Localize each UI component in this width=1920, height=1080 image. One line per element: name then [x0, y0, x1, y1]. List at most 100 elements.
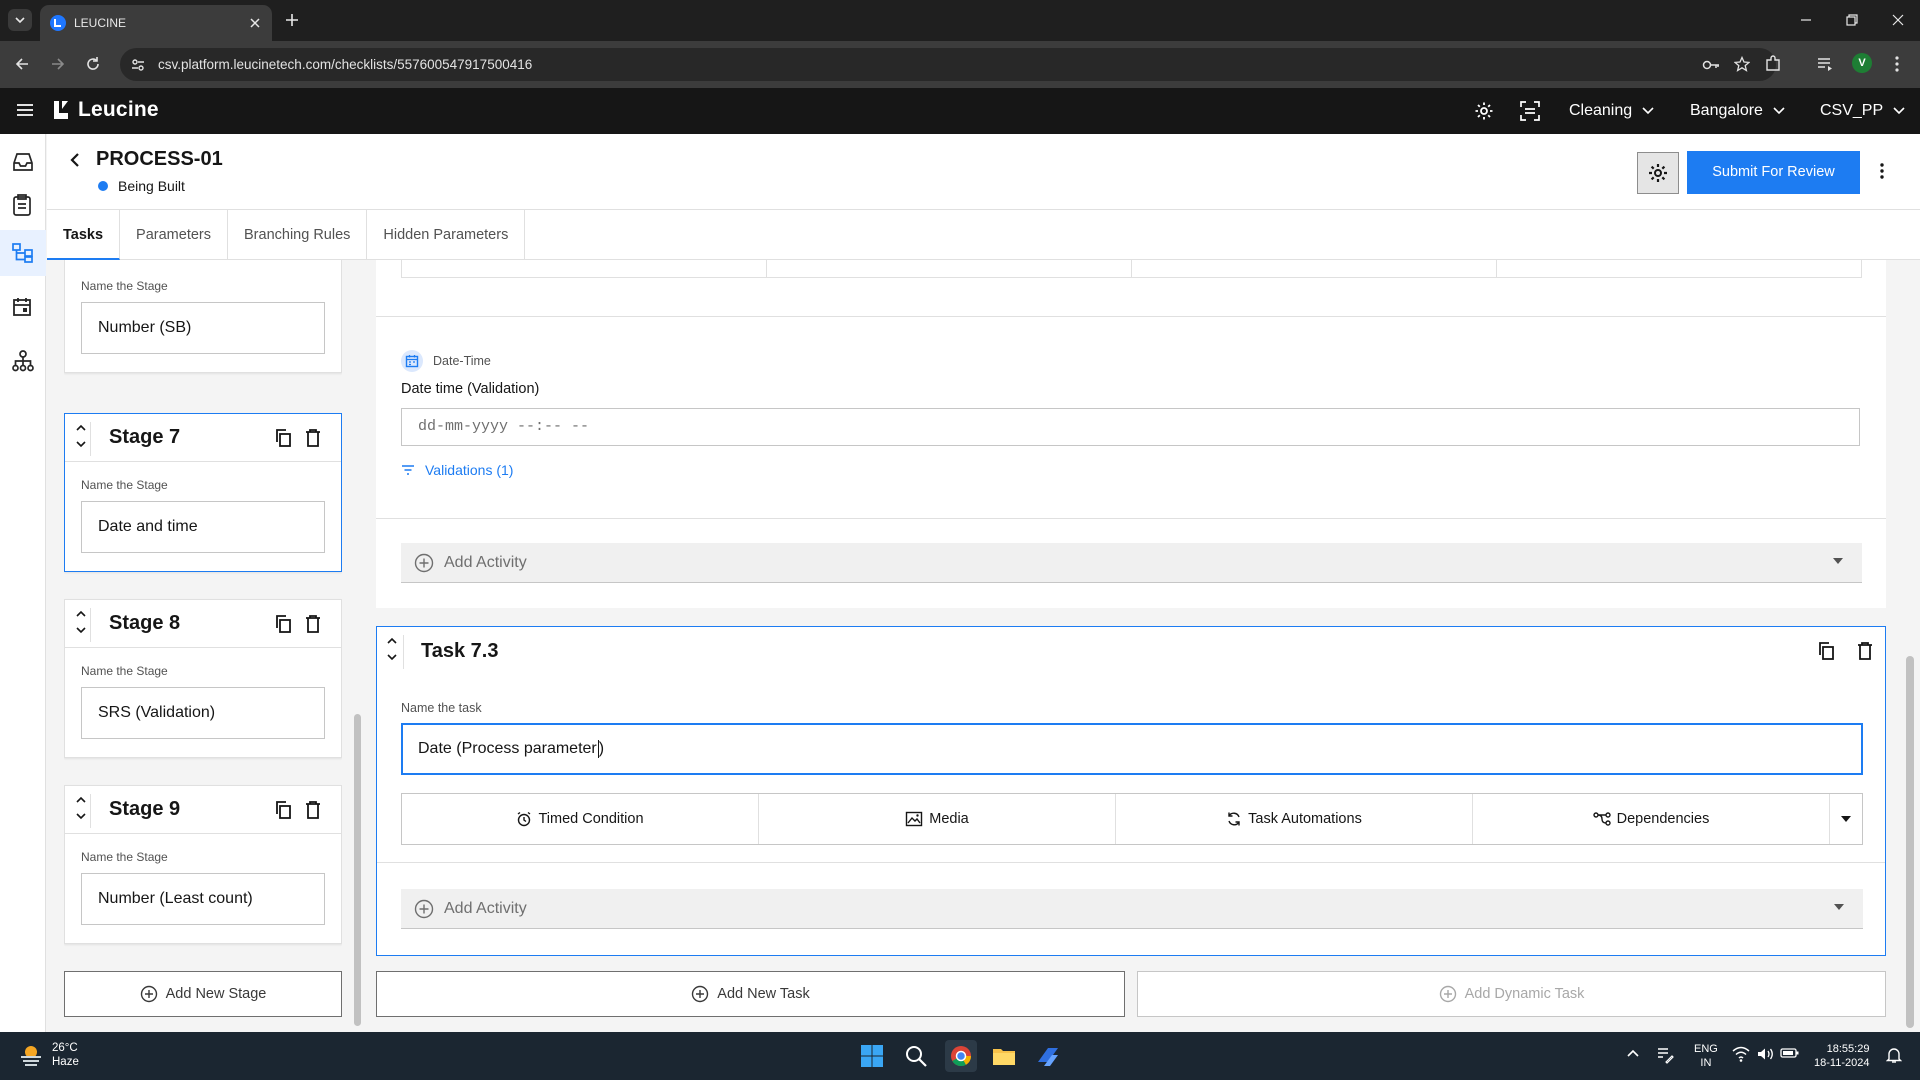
trash-icon[interactable]	[305, 800, 321, 820]
reorder-arrows[interactable]	[73, 794, 91, 828]
profile-avatar[interactable]: V	[1852, 53, 1872, 73]
task-card[interactable]: Task 7.3 Name the task Date (Process par…	[376, 626, 1886, 956]
chrome-taskbar-app[interactable]	[945, 1040, 977, 1072]
show-hidden-icons-chevron-icon[interactable]	[1626, 1046, 1640, 1060]
trash-icon[interactable]	[305, 614, 321, 634]
inbox-icon[interactable]	[12, 152, 34, 172]
add-activity-dropdown[interactable]: Add Activity	[401, 889, 1863, 929]
file-explorer-taskbar-app[interactable]	[988, 1040, 1020, 1072]
tab-parameters[interactable]: Parameters	[120, 210, 228, 260]
reorder-arrows[interactable]	[73, 422, 91, 456]
stage-card[interactable]: Stage 9 Name the Stage Number (Least cou…	[64, 785, 342, 944]
close-tab-icon[interactable]	[248, 16, 262, 30]
add-activity-dropdown[interactable]: Add Activity	[401, 543, 1862, 583]
user-dropdown[interactable]: CSV_PP	[1820, 102, 1905, 120]
back-arrow-icon[interactable]	[14, 56, 30, 72]
calendar-icon[interactable]	[12, 297, 32, 317]
media-button[interactable]: Media	[759, 794, 1116, 844]
browser-tab[interactable]: LEUCINE	[40, 5, 272, 41]
browser-menu-icon[interactable]	[1894, 55, 1900, 73]
stage-name-input[interactable]: SRS (Validation)	[81, 687, 325, 739]
url-field[interactable]: csv.platform.leucinetech.com/checklists/…	[120, 48, 1776, 81]
task-name-input[interactable]: Date (Process parameter)	[401, 723, 1863, 775]
arrow-down-icon[interactable]	[75, 808, 87, 822]
site-dropdown-bangalore[interactable]: Bangalore	[1690, 102, 1785, 120]
pen-menu-icon[interactable]	[1656, 1046, 1674, 1064]
datetime-input[interactable]: dd-mm-yyyy --:-- --	[401, 408, 1860, 446]
stage-list-scrollbar[interactable]	[354, 714, 361, 1026]
previous-task-card: Date-Time Date time (Validation) dd-mm-y…	[376, 260, 1886, 608]
more-task-options-dropdown[interactable]	[1830, 794, 1862, 844]
stage-card-header: Stage 9	[65, 786, 341, 834]
checklist-icon[interactable]	[12, 194, 32, 216]
timed-condition-button[interactable]: Timed Condition	[402, 794, 759, 844]
search-button[interactable]	[900, 1040, 932, 1072]
weather-widget[interactable]: 26°C Haze	[18, 1041, 79, 1069]
minimize-icon[interactable]	[1799, 13, 1813, 27]
language-indicator[interactable]: ENG IN	[1694, 1042, 1718, 1070]
tab-branching-rules[interactable]: Branching Rules	[228, 210, 368, 260]
copy-icon[interactable]	[274, 428, 292, 448]
caret-down-icon	[1834, 904, 1844, 910]
dependencies-button[interactable]: Dependencies	[1473, 794, 1830, 844]
copy-icon[interactable]	[274, 800, 292, 820]
site-info-icon[interactable]	[130, 57, 146, 73]
add-new-stage-button[interactable]: Add New Stage	[64, 971, 342, 1017]
system-clock[interactable]: 18:55:29 18-11-2024	[1814, 1042, 1869, 1070]
scan-icon[interactable]	[1520, 101, 1540, 121]
reorder-arrows[interactable]	[386, 635, 404, 669]
arrow-up-icon[interactable]	[75, 608, 87, 622]
notification-bell-icon[interactable]	[1886, 1046, 1902, 1064]
task-automations-button[interactable]: Task Automations	[1116, 794, 1473, 844]
validations-link[interactable]: Validations (1)	[401, 462, 513, 478]
tab-tasks[interactable]: Tasks	[47, 210, 121, 260]
password-key-icon[interactable]	[1702, 57, 1720, 73]
stage-name-input[interactable]: Date and time	[81, 501, 325, 553]
arrow-up-icon[interactable]	[75, 794, 87, 808]
task-area-scrollbar[interactable]	[1906, 656, 1914, 1028]
add-dynamic-task-button[interactable]: Add Dynamic Task	[1137, 971, 1886, 1017]
battery-icon[interactable]	[1780, 1046, 1800, 1060]
arrow-up-icon[interactable]	[386, 635, 398, 649]
stage-card[interactable]: Stage 8 Name the Stage SRS (Validation)	[64, 599, 342, 758]
arrow-down-icon[interactable]	[75, 622, 87, 636]
restore-icon[interactable]	[1845, 13, 1859, 27]
arrow-up-icon[interactable]	[75, 422, 87, 436]
stage-card[interactable]: Name the Stage Number (SB)	[64, 260, 342, 373]
stage-name-input[interactable]: Number (SB)	[81, 302, 325, 354]
bookmark-star-icon[interactable]	[1734, 56, 1750, 72]
arrow-down-icon[interactable]	[75, 436, 87, 450]
extensions-icon[interactable]	[1764, 55, 1782, 73]
stage-name-input[interactable]: Number (Least count)	[81, 873, 325, 925]
start-button[interactable]	[856, 1040, 888, 1072]
trash-icon[interactable]	[305, 428, 321, 448]
more-options-icon[interactable]	[1879, 162, 1885, 180]
copy-icon[interactable]	[274, 614, 292, 634]
leucine-logo[interactable]: Leucine	[50, 98, 159, 122]
volume-icon[interactable]	[1756, 1046, 1774, 1062]
back-chevron-icon[interactable]	[69, 152, 81, 168]
power-automate-taskbar-app[interactable]	[1032, 1040, 1064, 1072]
tab-search-button[interactable]	[8, 9, 32, 31]
org-chart-icon[interactable]	[12, 350, 34, 372]
weather-condition: Haze	[52, 1056, 79, 1068]
process-settings-button[interactable]	[1637, 152, 1679, 194]
new-tab-icon[interactable]	[284, 12, 300, 28]
forward-arrow-icon[interactable]	[50, 56, 66, 72]
tab-hidden-parameters[interactable]: Hidden Parameters	[367, 210, 526, 260]
trash-icon[interactable]	[1857, 641, 1873, 661]
process-builder-nav[interactable]	[0, 230, 46, 276]
add-new-task-button[interactable]: Add New Task	[376, 971, 1125, 1017]
hamburger-menu-icon[interactable]	[16, 102, 34, 118]
media-queue-icon[interactable]	[1816, 56, 1834, 72]
arrow-down-icon[interactable]	[386, 649, 398, 663]
settings-gear-icon[interactable]	[1474, 101, 1494, 121]
wifi-icon[interactable]	[1732, 1046, 1750, 1062]
close-window-icon[interactable]	[1891, 13, 1905, 27]
stage-card[interactable]: Stage 7 Name the Stage Date and time	[64, 413, 342, 572]
reload-icon[interactable]	[85, 56, 101, 72]
facility-dropdown-cleaning[interactable]: Cleaning	[1569, 102, 1654, 120]
submit-for-review-button[interactable]: Submit For Review	[1687, 151, 1860, 194]
copy-icon[interactable]	[1817, 641, 1835, 661]
reorder-arrows[interactable]	[73, 608, 91, 642]
